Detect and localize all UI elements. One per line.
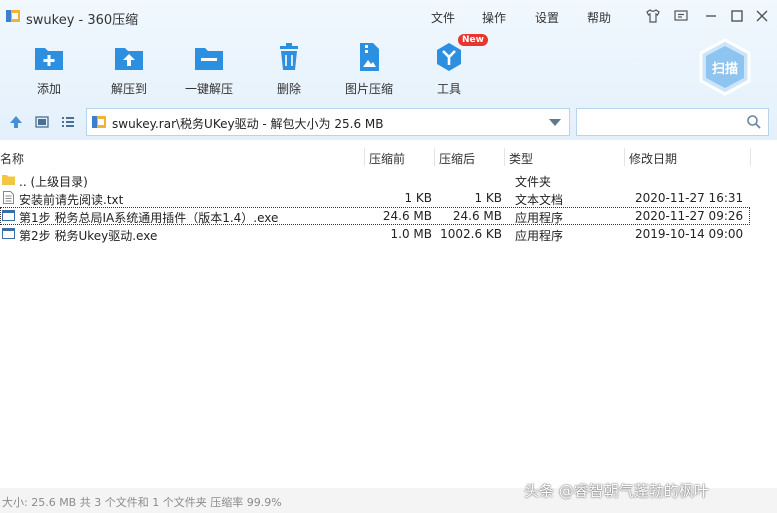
- minimize-icon[interactable]: [703, 8, 719, 24]
- table-row[interactable]: 第2步 税务Ukey驱动.exe 1.0 MB 1002.6 KB 应用程序 2…: [0, 225, 750, 243]
- menu-operate[interactable]: 操作: [482, 9, 506, 26]
- search-input[interactable]: [581, 113, 745, 133]
- search-box[interactable]: [576, 108, 769, 136]
- up-arrow-icon[interactable]: [8, 114, 24, 130]
- address-dropdown-icon[interactable]: [549, 119, 561, 126]
- skin-shirt-icon[interactable]: [645, 8, 661, 24]
- file-name: 第2步 税务Ukey驱动.exe: [19, 229, 158, 243]
- close-icon[interactable]: [754, 8, 770, 24]
- size-after: 1002.6 KB: [440, 227, 502, 241]
- new-badge: New: [458, 34, 488, 46]
- address-path: swukey.rar\税务UKey驱动 - 解包大小为 25.6 MB: [112, 117, 384, 131]
- menu-file[interactable]: 文件: [431, 9, 455, 26]
- size-after: 1 KB: [474, 191, 502, 205]
- folder-icon: [2, 175, 15, 185]
- column-size-after[interactable]: 压缩后: [439, 150, 475, 167]
- exe-file-icon: [2, 228, 15, 239]
- scan-label: 扫描: [711, 62, 738, 77]
- table-row[interactable]: 安装前请先阅读.txt 1 KB 1 KB 文本文档 2020-11-27 16…: [0, 189, 750, 207]
- toolbar-one-click-extract-button[interactable]: 一键解压: [176, 38, 242, 100]
- toolbar-delete-label: 删除: [276, 82, 301, 96]
- file-name: 安装前请先阅读.txt: [19, 193, 124, 207]
- file-date: 2020-11-27 09:26: [635, 209, 744, 223]
- extract-to-icon: [115, 48, 143, 70]
- column-name[interactable]: 名称: [0, 150, 24, 167]
- watermark: 头条 @睿智朝气蓬勃的枫叶: [524, 482, 709, 500]
- feedback-icon[interactable]: [673, 8, 689, 24]
- file-type: 应用程序: [515, 229, 564, 243]
- add-folder-icon: [35, 48, 63, 70]
- list-header: 名称 压缩前 压缩后 类型 修改日期: [0, 148, 777, 166]
- size-before: 24.6 MB: [382, 209, 432, 223]
- toolbar-tools-button[interactable]: New 工具: [416, 34, 488, 100]
- column-divider[interactable]: [750, 148, 751, 166]
- toolbar-tools-label: 工具: [436, 82, 461, 96]
- file-type: 文本文档: [515, 193, 564, 207]
- toolbar-image-compress-button[interactable]: 图片压缩: [336, 38, 402, 100]
- toolbar-one-click-extract-label: 一键解压: [184, 82, 233, 96]
- scan-button[interactable]: 扫描: [696, 38, 754, 96]
- file-date: 2019-10-14 09:00: [635, 227, 744, 241]
- window-title: swukey - 360压缩: [26, 13, 139, 28]
- column-type[interactable]: 类型: [509, 150, 533, 167]
- size-before: 1 KB: [404, 191, 432, 205]
- one-click-extract-icon: [195, 48, 223, 70]
- app-icon: [6, 10, 20, 22]
- archive-icon: [92, 116, 106, 128]
- table-row[interactable]: .. (上级目录) 文件夹: [0, 171, 750, 189]
- image-compress-icon: [360, 43, 379, 71]
- file-name: .. (上级目录): [19, 175, 88, 189]
- toolbar-add-label: 添加: [36, 82, 61, 96]
- column-modified[interactable]: 修改日期: [629, 150, 677, 167]
- title-bar: swukey - 360压缩 文件 操作 设置 帮助: [0, 0, 777, 32]
- thumbnail-view-icon[interactable]: [34, 114, 50, 130]
- address-bar[interactable]: swukey.rar\税务UKey驱动 - 解包大小为 25.6 MB: [86, 108, 570, 136]
- column-divider[interactable]: [434, 148, 435, 166]
- column-divider[interactable]: [364, 148, 365, 166]
- column-divider[interactable]: [624, 148, 625, 166]
- column-divider[interactable]: [504, 148, 505, 166]
- search-icon[interactable]: [746, 114, 762, 130]
- maximize-icon[interactable]: [729, 8, 745, 24]
- text-file-icon: [3, 191, 14, 204]
- list-view-icon[interactable]: [60, 114, 76, 130]
- toolbar-extract-to-label: 解压到: [110, 82, 147, 96]
- column-size-before[interactable]: 压缩前: [369, 150, 405, 167]
- toolbar-image-compress-label: 图片压缩: [344, 82, 393, 96]
- toolbar-add-button[interactable]: 添加: [16, 38, 82, 100]
- menu-help[interactable]: 帮助: [587, 9, 611, 26]
- trash-icon: [280, 43, 298, 70]
- exe-file-icon: [2, 210, 15, 221]
- toolbar-delete-button[interactable]: 删除: [256, 38, 322, 100]
- size-before: 1.0 MB: [390, 227, 432, 241]
- file-name: 第1步 税务总局IA系统通用插件（版本1.4）.exe: [19, 211, 279, 225]
- file-type: 文件夹: [515, 175, 552, 189]
- table-row[interactable]: 第1步 税务总局IA系统通用插件（版本1.4）.exe 24.6 MB 24.6…: [0, 207, 750, 225]
- file-type: 应用程序: [515, 211, 564, 225]
- toolbar-extract-to-button[interactable]: 解压到: [96, 38, 162, 100]
- file-date: 2020-11-27 16:31: [635, 191, 744, 205]
- size-after: 24.6 MB: [452, 209, 502, 223]
- menu-settings[interactable]: 设置: [535, 9, 559, 26]
- status-text: 大小: 25.6 MB 共 3 个文件和 1 个文件夹 压缩率 99.9%: [2, 496, 282, 509]
